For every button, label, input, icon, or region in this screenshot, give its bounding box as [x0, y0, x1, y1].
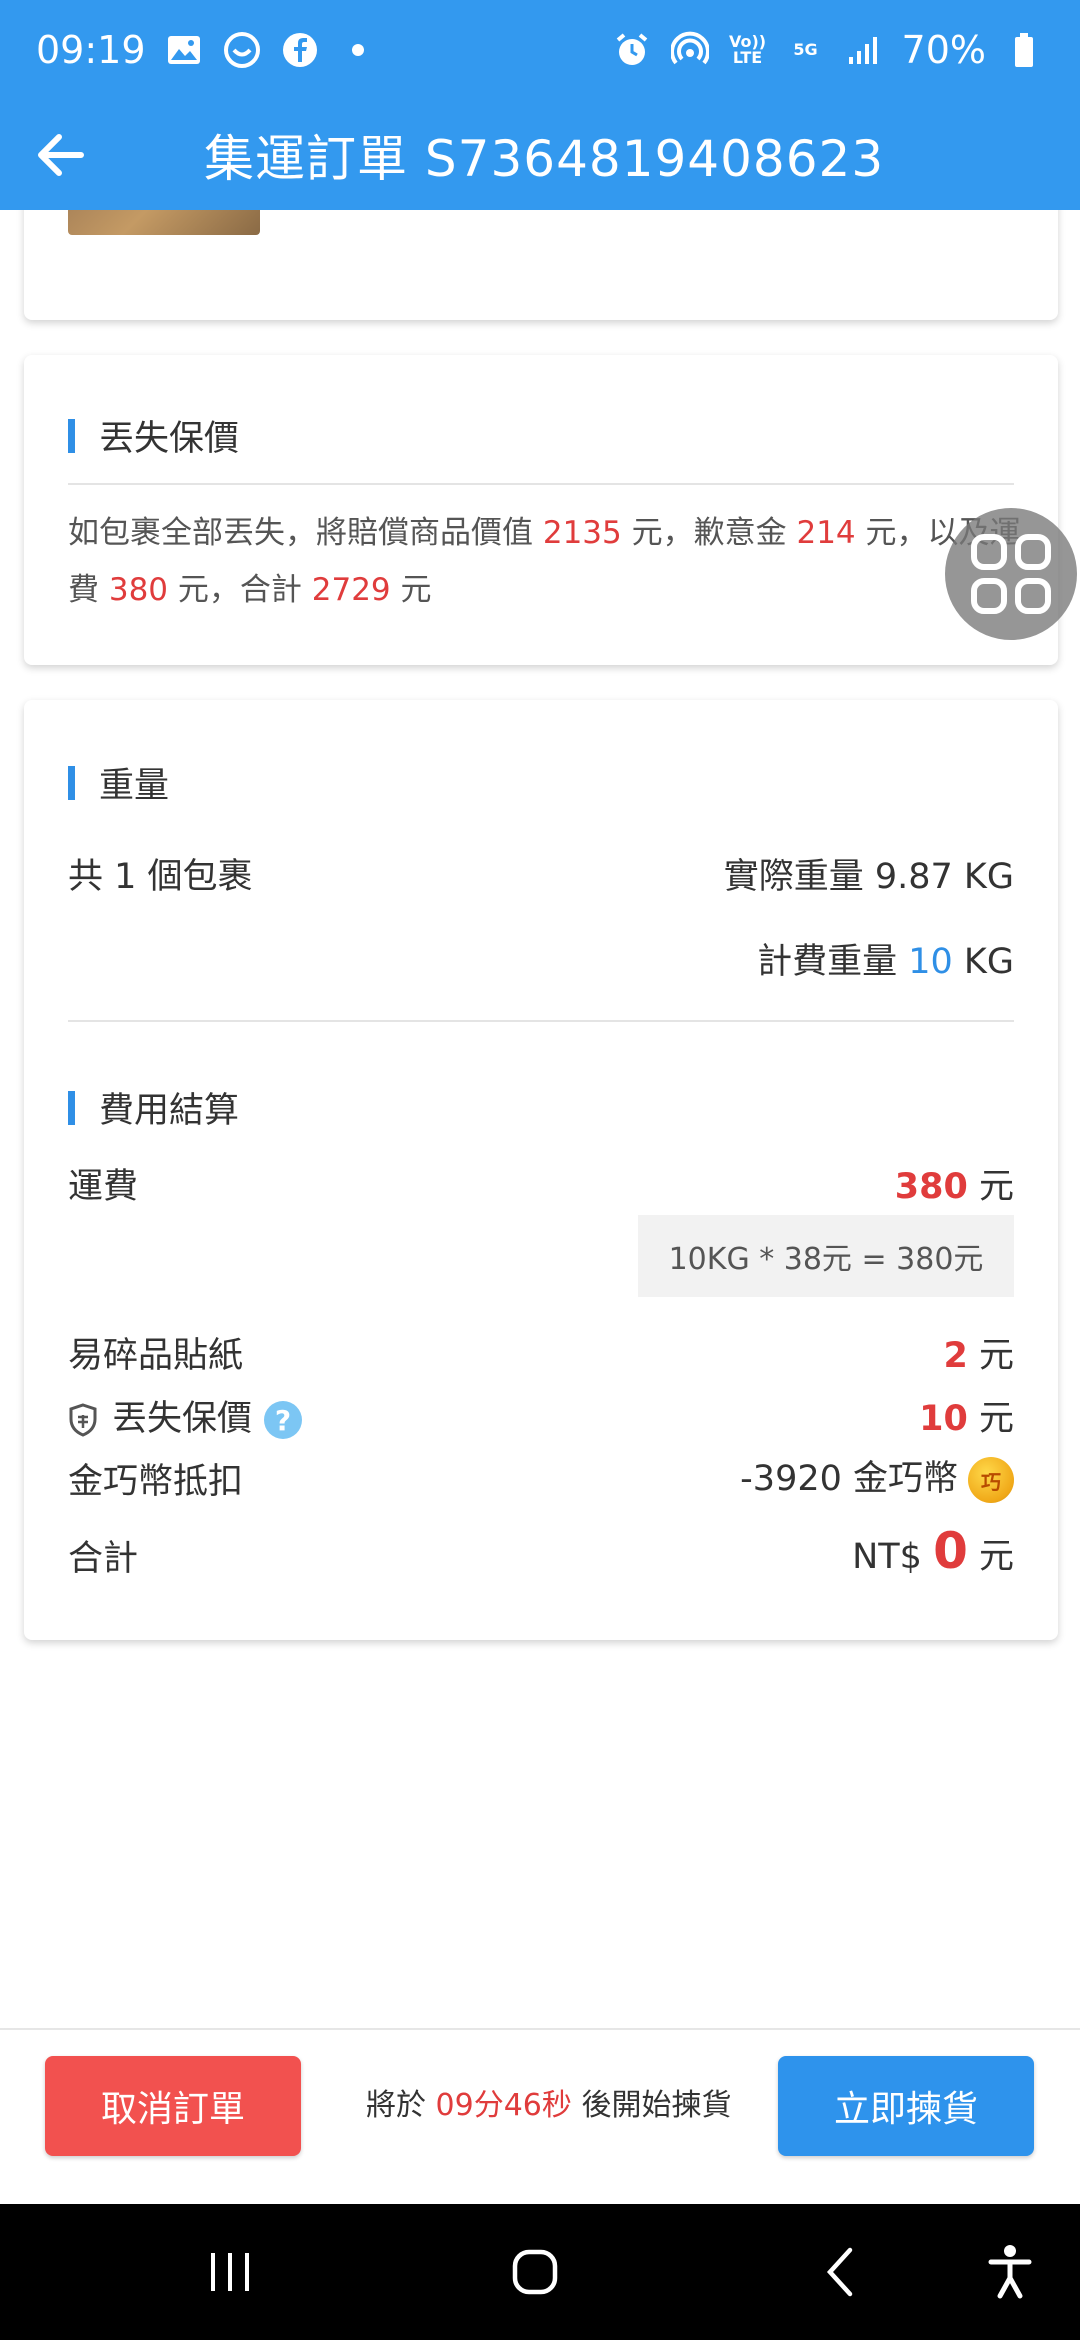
sticker-fee-value: 2 元 — [943, 1336, 1015, 1376]
signal-icon — [844, 30, 884, 70]
insurance-fee-value: 10 元 — [919, 1399, 1014, 1439]
section-bar — [68, 1090, 75, 1125]
weight-section-title: 重量 — [68, 757, 169, 808]
apology-amount: 214 — [796, 515, 856, 551]
billed-weight-value: 10 — [908, 942, 953, 982]
insurance-total: 2729 — [311, 572, 391, 608]
insurance-fee-label: 丟失保價? — [68, 1390, 303, 1441]
insurance-card: 丟失保價 如包裹全部丟失，將賠償商品價值 2135 元，歉意金 214 元，以及… — [24, 355, 1058, 665]
chat-icon — [222, 30, 262, 70]
battery-icon — [1004, 30, 1044, 70]
shipping-fee-label: 運費 — [68, 1167, 139, 1207]
coin-deduction-label: 金巧幣抵扣 — [68, 1462, 244, 1502]
floating-menu-button[interactable] — [945, 508, 1077, 640]
countdown-time: 09分46秒 — [435, 2088, 572, 2123]
volte-icon: Vo)) LTE — [728, 32, 767, 67]
goods-value: 2135 — [542, 515, 622, 551]
dot-icon — [338, 30, 378, 70]
bottom-action-bar: 取消訂單 將於 09分46秒 後開始揀貨 立即揀貨 — [0, 2028, 1080, 2204]
battery-percent: 70% — [901, 28, 986, 72]
fees-title-text: 費用結算 — [99, 1091, 240, 1131]
grid-icon — [971, 534, 1051, 614]
back-button[interactable] — [0, 100, 120, 210]
actual-weight: 實際重量 9.87 KG — [723, 857, 1014, 897]
shipping-amount: 380 — [108, 572, 169, 608]
fees-section-title: 費用結算 — [68, 1082, 239, 1133]
shipping-fee-value: 380 元 — [894, 1167, 1014, 1207]
arrow-left-icon — [38, 134, 84, 176]
billed-weight: 計費重量 10 KG — [757, 942, 1014, 982]
total-value: NT$ 0 元 — [852, 1522, 1014, 1580]
shipping-calculation: 10KG * 38元 = 380元 — [638, 1215, 1014, 1297]
alarm-icon — [612, 30, 652, 70]
home-button[interactable] — [475, 2204, 595, 2340]
pick-countdown: 將於 09分46秒 後開始揀貨 — [366, 2088, 732, 2123]
accessibility-button[interactable] — [970, 2204, 1050, 2340]
insurance-section-title: 丟失保價 — [68, 410, 239, 461]
section-bar — [68, 765, 75, 800]
recent-apps-icon — [211, 2253, 249, 2291]
section-bar — [68, 418, 75, 453]
facebook-icon — [280, 30, 320, 70]
divider — [68, 1020, 1014, 1022]
fees-card: 重量 共 1 個包裹 實際重量 9.87 KG 計費重量 10 KG 費用結算 … — [24, 700, 1058, 1640]
hotspot-icon — [670, 30, 710, 70]
weight-title-text: 重量 — [99, 766, 170, 806]
system-nav-bar — [0, 2204, 1080, 2340]
status-bar: 09:19 Vo)) LTE 5G 70% — [0, 0, 1080, 100]
accessibility-icon — [988, 2245, 1032, 2299]
chevron-left-icon — [826, 2247, 853, 2297]
coin-icon: 巧 — [968, 1457, 1014, 1503]
header: 09:19 Vo)) LTE 5G 70% 集運訂單 S736481940862… — [0, 0, 1080, 210]
insurance-description: 如包裹全部丟失，將賠償商品價值 2135 元，歉意金 214 元，以及運費 38… — [68, 515, 1021, 608]
5g-icon: 5G — [793, 40, 818, 59]
shield-icon — [69, 1403, 97, 1437]
total-label: 合計 — [68, 1539, 139, 1579]
insurance-title-text: 丟失保價 — [99, 419, 240, 459]
status-time: 09:19 — [36, 28, 146, 72]
home-icon — [512, 2249, 558, 2295]
coin-deduction-value: -3920 金巧幣巧 — [740, 1450, 1014, 1503]
gallery-icon — [164, 30, 204, 70]
cancel-order-button[interactable]: 取消訂單 — [45, 2056, 301, 2156]
total-amount: 0 — [933, 1522, 968, 1580]
pick-now-button[interactable]: 立即揀貨 — [778, 2056, 1034, 2156]
app-bar: 集運訂單 S7364819408623 — [0, 100, 1080, 210]
recent-apps-button[interactable] — [170, 2204, 290, 2340]
sticker-fee-label: 易碎品貼紙 — [68, 1336, 244, 1376]
help-icon[interactable]: ? — [264, 1401, 303, 1439]
page-title: 集運訂單 S7364819408623 — [204, 130, 885, 188]
divider — [68, 483, 1014, 485]
package-count: 共 1 個包裹 — [68, 857, 253, 897]
back-nav-button[interactable] — [780, 2204, 900, 2340]
